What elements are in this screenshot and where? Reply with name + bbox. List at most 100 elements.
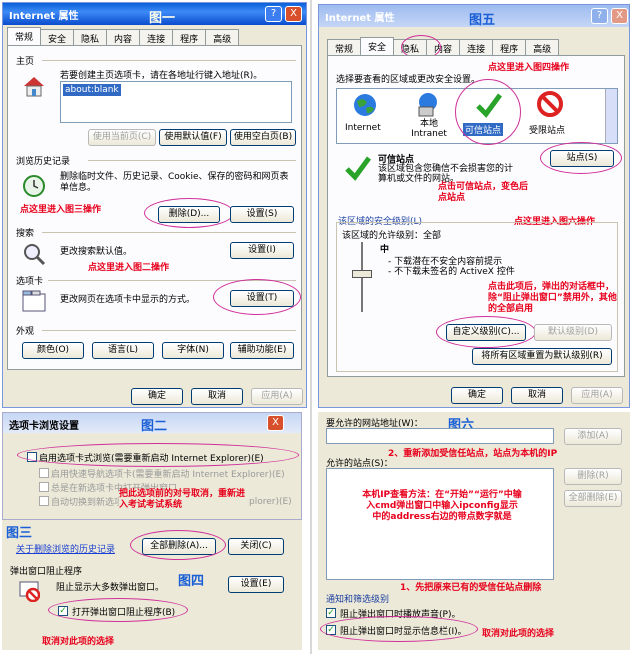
- annotation-readd: 2、重新添加受信任站点，站点为本机的IP: [388, 449, 558, 459]
- tab-security[interactable]: 安全: [40, 29, 75, 45]
- annotation-uncheck-infobar: 取消对此项的选择: [482, 629, 555, 639]
- popup-blocker-desc: 阻止显示大多数弹出窗口。: [56, 583, 165, 593]
- figure-caption: 图一: [149, 11, 176, 26]
- divider: [42, 60, 296, 61]
- zone-internet[interactable]: Internet: [345, 123, 381, 133]
- tab-general[interactable]: 常规: [327, 39, 362, 55]
- reset-all-zones-button[interactable]: 将所有区域重置为默认级别(R): [472, 348, 612, 365]
- tab-general[interactable]: 常规: [7, 27, 42, 45]
- trusted-desc: 该区域包含您确信不会损害您的计算机或文件的网站。: [378, 164, 518, 184]
- site-address-input[interactable]: [326, 428, 554, 444]
- tab-content[interactable]: 内容: [106, 29, 141, 45]
- languages-button[interactable]: 语言(L): [92, 342, 154, 359]
- intranet-computer-icon: [418, 93, 437, 117]
- use-blank-button[interactable]: 使用空白页(B): [230, 129, 296, 146]
- figure-caption: 图二: [141, 419, 168, 434]
- level-desc-2: - 不下载未签名的 ActiveX 控件: [388, 267, 515, 277]
- colors-button[interactable]: 颜色(O): [22, 342, 84, 359]
- annotation-uncheck-popup: 取消对此项的选择: [42, 637, 115, 647]
- notification-group-label: 通知和筛选级别: [326, 595, 390, 605]
- tab-strip: 常规 安全 隐私 内容 连接 程序 高级: [7, 27, 240, 45]
- tab-programs[interactable]: 程序: [492, 39, 527, 55]
- popup-newtab-checkbox[interactable]: [39, 482, 49, 492]
- divider: [42, 330, 296, 331]
- figure-caption: 图五: [469, 13, 496, 28]
- delete-history-footer: 图三 关于删除浏览的历史记录 全部删除(A)... 关闭(C): [2, 520, 302, 562]
- auto-switch-checkbox[interactable]: [39, 496, 49, 506]
- allowed-sites-list[interactable]: [326, 468, 554, 580]
- search-label: 搜索: [16, 229, 35, 239]
- annotation-uncheck: 把此选项前的对号取消，重新进入考试考试系统: [119, 489, 249, 511]
- home-page-desc: 若要创建主页选项卡，请在各地址行键入地址(R)。: [60, 71, 263, 81]
- search-desc: 更改搜索默认值。: [60, 247, 133, 257]
- window-title: Internet 属性: [9, 11, 79, 22]
- remove-site-button[interactable]: 删除(R): [564, 468, 622, 485]
- highlight-ellipse: [540, 142, 622, 174]
- home-page-url: about:blank: [63, 84, 121, 96]
- figure-caption: 图四: [178, 574, 205, 589]
- apply-button[interactable]: 应用(A): [571, 387, 623, 404]
- popup-settings-button[interactable]: 设置(E): [228, 576, 284, 593]
- accessibility-button[interactable]: 辅助功能(E): [230, 342, 294, 359]
- annotation-trusted: 点击可信站点，变色后点站点: [438, 182, 528, 204]
- annotation-ip-howto: 本机IP查看方法：在“开始”“运行”中输入cmd弹出窗口中输入ipconfig显…: [362, 490, 522, 523]
- cancel-button[interactable]: 取消: [191, 388, 243, 405]
- tab-advanced[interactable]: 高级: [525, 39, 560, 55]
- tab-programs[interactable]: 程序: [172, 29, 207, 45]
- history-settings-button[interactable]: 设置(S): [230, 206, 294, 223]
- tabbed-browsing-settings-dialog: 选项卡浏览设置 X 图二 启用选项卡式浏览(需要重新启动 Internet Ex…: [2, 412, 302, 520]
- annotation-custom-text: 点击此项后，弹出的对话框中，除“阻止弹出窗口”禁用外，其他的全部启用: [488, 282, 617, 314]
- tab-connections[interactable]: 连接: [139, 29, 174, 45]
- internet-options-general-dialog: Internet 属性 ? X 图一 常规 安全 隐私 内容 连接 程序 高级 …: [2, 2, 307, 408]
- tab-strip: 常规 安全 隐私 内容 连接 程序 高级: [327, 37, 560, 55]
- popup-blocker-title: 弹出窗口阻止程序: [10, 567, 83, 577]
- annotation-fig4: 点这里进入图四操作: [488, 63, 570, 73]
- close-button[interactable]: X: [267, 415, 284, 431]
- divider: [42, 232, 296, 233]
- tab-security[interactable]: 安全: [360, 37, 395, 55]
- zone-intranet[interactable]: 本地 Intranet: [409, 119, 449, 139]
- zone-list[interactable]: Internet 本地 Intranet 可信站点 受限站点: [336, 79, 618, 145]
- use-default-button[interactable]: 使用默认值(F): [159, 129, 227, 146]
- tabs-desc: 更改网页在选项卡中显示的方式。: [60, 295, 196, 305]
- tab-advanced[interactable]: 高级: [205, 29, 240, 45]
- fonts-button[interactable]: 字体(N): [162, 342, 224, 359]
- divider: [88, 160, 296, 161]
- cancel-button[interactable]: 取消: [511, 387, 563, 404]
- help-button[interactable]: ?: [591, 8, 608, 24]
- highlight-ellipse: [144, 198, 234, 228]
- ok-button[interactable]: 确定: [451, 387, 503, 404]
- ok-button[interactable]: 确定: [131, 388, 183, 405]
- internet-globe-icon: [354, 94, 376, 116]
- annotation-fig3: 点这里进入图三操作: [20, 205, 102, 215]
- use-current-button[interactable]: 使用当前页(C): [88, 129, 156, 146]
- quick-tabs-checkbox[interactable]: [39, 468, 49, 478]
- add-site-button[interactable]: 添加(A): [564, 428, 622, 445]
- close-dialog-button[interactable]: 关闭(C): [228, 538, 284, 555]
- play-sound-checkbox[interactable]: ✓: [326, 608, 336, 618]
- home-page-url-field[interactable]: about:blank: [60, 81, 292, 123]
- remove-all-sites-button[interactable]: 全部删除(E): [564, 490, 622, 507]
- help-button[interactable]: ?: [265, 6, 282, 22]
- apply-button[interactable]: 应用(A): [251, 388, 303, 405]
- highlight-ellipse: [48, 598, 188, 622]
- annotation-delete-first: 1、先把原来已有的受信任站点删除: [400, 583, 542, 593]
- tab-privacy[interactable]: 隐私: [73, 29, 108, 45]
- level-slider-thumb[interactable]: [352, 270, 372, 278]
- popup-blocker-icon: [19, 581, 40, 602]
- zone-restricted[interactable]: 受限站点: [529, 123, 565, 136]
- default-level-button[interactable]: 默认级别(D): [534, 324, 612, 341]
- close-button[interactable]: X: [611, 8, 628, 24]
- history-label: 浏览历史记录: [16, 157, 71, 167]
- house-icon: [24, 77, 44, 97]
- window-title: Internet 属性: [325, 13, 395, 24]
- delete-history-help-link[interactable]: 关于删除浏览的历史记录: [16, 542, 115, 555]
- tab-connections[interactable]: 连接: [459, 39, 494, 55]
- highlight-ellipse: [320, 616, 478, 642]
- allowed-level-label: 该区域的允许级别：全部: [342, 231, 442, 241]
- search-magnifier-icon: [24, 244, 46, 266]
- zone-scrollbar[interactable]: [605, 89, 617, 143]
- annotation-ip-howto-text: 本机IP查看方法：在“开始”“运行”中输入cmd弹出窗口中输入ipconfig显…: [362, 490, 522, 522]
- close-button[interactable]: X: [285, 6, 302, 22]
- search-settings-button[interactable]: 设置(I): [230, 242, 294, 259]
